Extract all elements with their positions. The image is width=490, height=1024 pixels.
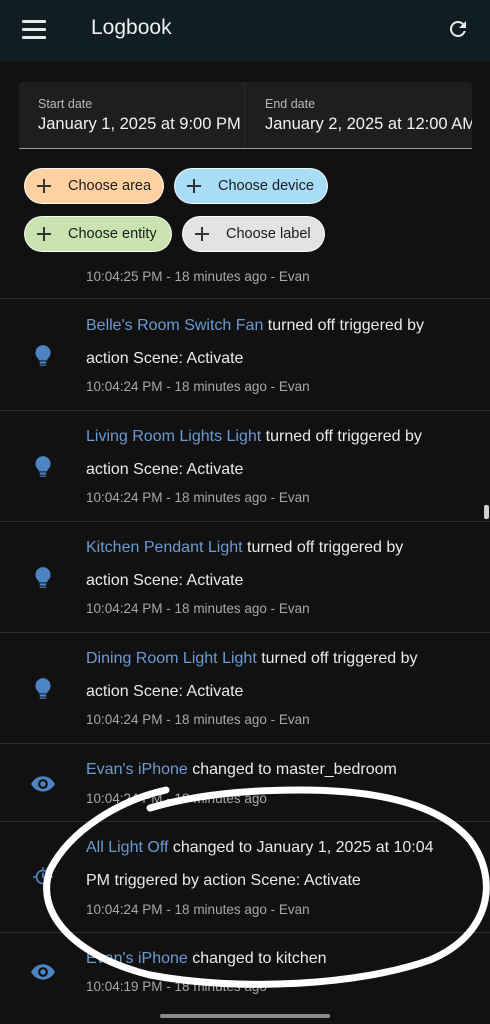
logbook-entry: 10:04:25 PM - 18 minutes ago - Evan [0, 262, 490, 299]
entry-meta: 10:04:24 PM - 18 minutes ago - Evan [86, 902, 310, 917]
lightbulb-icon [35, 456, 51, 477]
entry-text-continued: action Scene: Activate [86, 350, 244, 367]
logbook-entry: Belle's Room Switch Fan turned off trigg… [0, 299, 490, 411]
entry-meta: 10:04:25 PM - 18 minutes ago - Evan [86, 269, 310, 284]
entry-meta: 10:04:19 PM - 18 minutes ago [86, 979, 267, 994]
choose-device-label: Choose device [218, 178, 314, 194]
page-title: Logbook [91, 16, 172, 39]
plus-icon [37, 179, 51, 193]
entity-link[interactable]: All Light Off [86, 839, 168, 856]
entity-link[interactable]: Evan's iPhone [86, 950, 188, 967]
entry-text: Evan's iPhone changed to kitchen [86, 950, 327, 967]
entry-meta: 10:04:24 PM - 18 minutes ago - Evan [86, 601, 310, 616]
app-bar: Logbook [0, 0, 490, 62]
end-date-field[interactable]: End date January 2, 2025 at 12:00 AM [246, 82, 472, 148]
choose-area-label: Choose area [68, 178, 152, 194]
choose-label-label: Choose label [226, 226, 311, 242]
choose-device-chip[interactable]: Choose device [174, 168, 328, 204]
eye-icon [31, 964, 55, 980]
start-date-label: Start date [38, 97, 93, 111]
entity-link[interactable]: Evan's iPhone [86, 761, 188, 778]
logbook-entry: Evan's iPhone changed to master_bedroom … [0, 744, 490, 822]
eye-icon [31, 776, 55, 792]
choose-label-chip[interactable]: Choose label [182, 216, 325, 252]
entry-text: Evan's iPhone changed to master_bedroom [86, 761, 397, 778]
lightbulb-icon [35, 345, 51, 366]
refresh-icon[interactable] [446, 17, 470, 41]
home-indicator[interactable] [160, 1014, 330, 1018]
lightbulb-icon [35, 567, 51, 588]
entry-text-continued: PM triggered by action Scene: Activate [86, 872, 361, 889]
entity-link[interactable]: Dining Room Light Light [86, 650, 257, 667]
entity-link[interactable]: Belle's Room Switch Fan [86, 317, 263, 334]
entry-text-continued: action Scene: Activate [86, 572, 244, 589]
entry-meta: 10:04:24 PM - 18 minutes ago - Evan [86, 712, 310, 727]
entry-meta: 10:04:24 PM - 18 minutes ago [86, 791, 267, 806]
entry-text: All Light Off changed to January 1, 2025… [86, 839, 434, 856]
scrollbar-thumb[interactable] [484, 505, 489, 519]
end-date-label: End date [265, 97, 316, 111]
entry-text-continued: action Scene: Activate [86, 683, 244, 700]
end-date-value: January 2, 2025 at 12:00 AM [265, 115, 472, 133]
entity-link[interactable]: Living Room Lights Light [86, 428, 261, 445]
entry-text: Belle's Room Switch Fan turned off trigg… [86, 317, 425, 334]
plus-icon [37, 227, 51, 241]
logbook-entry: Kitchen Pendant Light turned off trigger… [0, 522, 490, 633]
choose-entity-label: Choose entity [68, 226, 157, 242]
plus-icon [195, 227, 209, 241]
entry-meta: 10:04:24 PM - 18 minutes ago - Evan [86, 490, 310, 505]
entry-text: Kitchen Pendant Light turned off trigger… [86, 539, 404, 556]
entry-text: Living Room Lights Light turned off trig… [86, 428, 422, 445]
logbook-entry: Dining Room Light Light turned off trigg… [0, 633, 490, 744]
logbook-entry: Living Room Lights Light turned off trig… [0, 411, 490, 522]
entry-meta: 10:04:24 PM - 18 minutes ago - Evan [86, 379, 310, 394]
date-range-picker[interactable]: Start date January 1, 2025 at 9:00 PM En… [19, 82, 472, 149]
logbook-entry: All Light Off changed to January 1, 2025… [0, 822, 490, 933]
start-date-value: January 1, 2025 at 9:00 PM [38, 115, 241, 133]
choose-entity-chip[interactable]: Choose entity [24, 216, 172, 252]
date-divider [244, 82, 245, 148]
start-date-field[interactable]: Start date January 1, 2025 at 9:00 PM [19, 82, 243, 148]
menu-icon[interactable] [22, 20, 46, 40]
lightbulb-icon [35, 678, 51, 699]
timer-icon [33, 867, 53, 885]
plus-icon [187, 179, 201, 193]
entry-text: Dining Room Light Light turned off trigg… [86, 650, 418, 667]
entity-link[interactable]: Kitchen Pendant Light [86, 539, 243, 556]
logbook-entry: Evan's iPhone changed to kitchen 10:04:1… [0, 933, 490, 1024]
entry-text-continued: action Scene: Activate [86, 461, 244, 478]
choose-area-chip[interactable]: Choose area [24, 168, 164, 204]
